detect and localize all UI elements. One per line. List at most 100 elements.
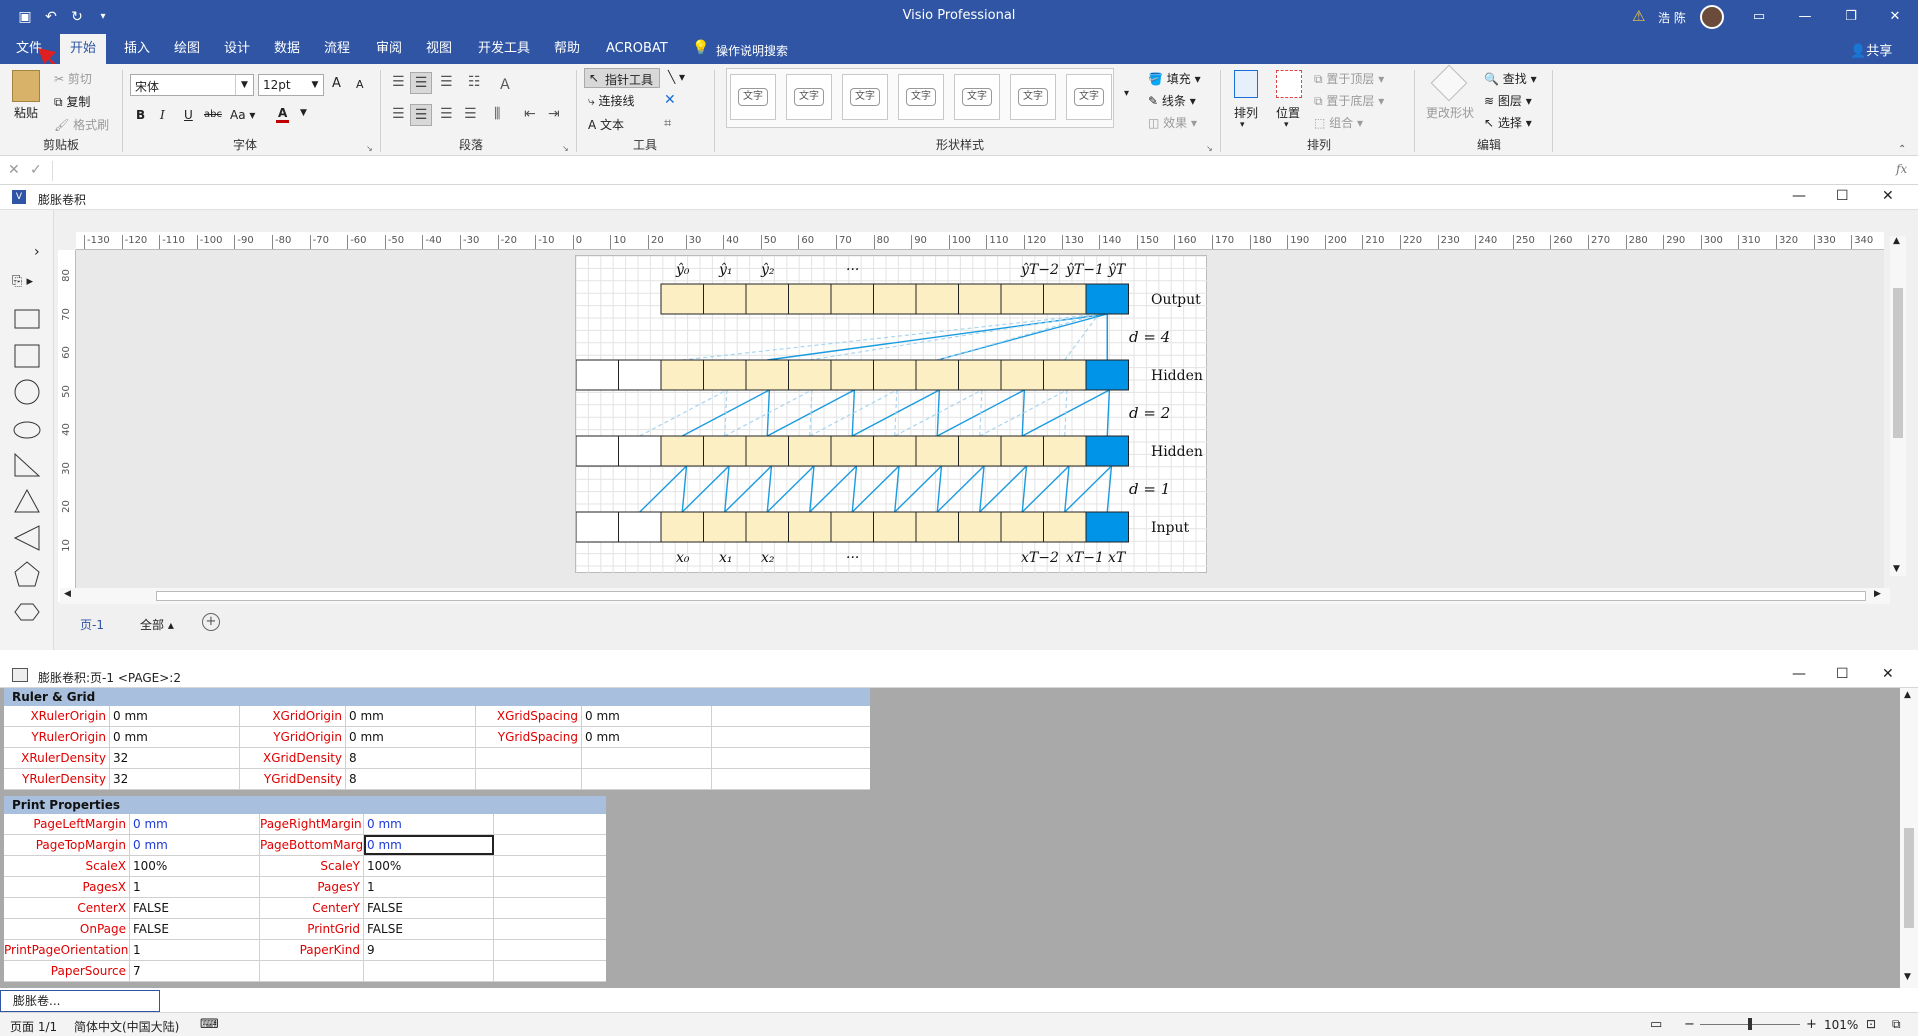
fill-button[interactable]: 🪣 填充 ▾ <box>1148 70 1201 87</box>
line-tool-icon[interactable]: ╲ ▾ <box>668 70 685 84</box>
cell-value[interactable]: FALSE <box>130 919 260 939</box>
vertical-ruler[interactable]: 80 70 60 50 40 30 20 10 <box>58 250 76 602</box>
arrange-icon[interactable] <box>1234 70 1258 98</box>
scroll-thumb[interactable] <box>1904 828 1914 928</box>
scroll-right-icon[interactable]: ▶ <box>1874 589 1881 599</box>
tab-insert[interactable]: 插入 <box>114 34 160 64</box>
cell-value[interactable] <box>582 748 712 768</box>
ribbon-display-icon[interactable]: ▭ <box>1736 0 1782 34</box>
cell-name[interactable]: PagesY <box>260 877 364 897</box>
ss-minimize-button[interactable]: — <box>1792 666 1806 682</box>
bring-to-front-button[interactable]: ⧉ 置于顶层 ▾ <box>1314 70 1384 87</box>
scroll-down-icon[interactable]: ▼ <box>1904 972 1911 982</box>
ss-close-button[interactable]: ✕ <box>1882 666 1894 682</box>
cell-name[interactable]: YRulerOrigin <box>4 727 110 747</box>
change-shape-icon[interactable] <box>1430 64 1468 102</box>
close-button[interactable]: ✕ <box>1872 0 1918 34</box>
dialog-launcher-icon[interactable]: ↘ <box>1206 144 1213 153</box>
change-case-button[interactable]: Aa ▾ <box>230 108 255 122</box>
justify-icon[interactable]: ☰ <box>464 106 477 122</box>
cell-name[interactable]: XRulerDensity <box>4 748 110 768</box>
cell-value[interactable]: FALSE <box>130 898 260 918</box>
ss-maximize-button[interactable]: ☐ <box>1836 666 1849 682</box>
share-button[interactable]: 👤共享 <box>1850 40 1892 59</box>
dialog-launcher-icon[interactable]: ↘ <box>562 144 569 153</box>
macro-record-icon[interactable]: ⌨ <box>200 1017 219 1032</box>
text-direction-icon[interactable]: Ａ <box>498 74 512 94</box>
shape-style-4[interactable]: 文字 <box>898 74 944 120</box>
minimize-button[interactable]: — <box>1782 0 1828 34</box>
cell-value[interactable]: 8 <box>346 769 476 789</box>
cell-name[interactable]: ScaleX <box>4 856 130 876</box>
font-size-combo[interactable]: 12pt ▼ <box>258 74 324 96</box>
cell-value[interactable]: 0 mm <box>130 814 260 834</box>
language-indicator[interactable]: 简体中文(中国大陆) <box>74 1018 179 1035</box>
restore-button[interactable]: ❐ <box>1828 0 1874 34</box>
shape-style-7[interactable]: 文字 <box>1066 74 1112 120</box>
enter-icon[interactable]: ✓ <box>30 162 42 178</box>
scroll-thumb[interactable] <box>1893 288 1903 438</box>
cell-value[interactable]: 1 <box>364 877 494 897</box>
dialog-launcher-icon[interactable]: ↘ <box>366 144 373 153</box>
bold-button[interactable]: B <box>136 108 145 122</box>
shape-style-2[interactable]: 文字 <box>786 74 832 120</box>
tab-developer[interactable]: 开发工具 <box>468 34 540 64</box>
cell-value[interactable]: 8 <box>346 748 476 768</box>
cell-name[interactable] <box>476 769 582 789</box>
cell-name[interactable]: OnPage <box>4 919 130 939</box>
tab-help[interactable]: 帮助 <box>544 34 590 64</box>
cell-value[interactable] <box>582 769 712 789</box>
chevron-down-icon[interactable]: ▼ <box>307 75 323 95</box>
align-right-icon[interactable]: ☰ <box>440 106 453 122</box>
arrange-button[interactable]: 排列 <box>1234 104 1258 121</box>
tab-acrobat[interactable]: ACROBAT <box>596 34 678 64</box>
cell-value[interactable]: 100% <box>364 856 494 876</box>
collapse-ribbon-icon[interactable]: ⌃ <box>1898 144 1906 155</box>
cell-name[interactable]: XGridSpacing <box>476 706 582 726</box>
cell-value[interactable]: 0 mm <box>346 727 476 747</box>
select-button[interactable]: ↖ 选择 ▾ <box>1484 114 1532 131</box>
zoom-level[interactable]: 101% <box>1824 1018 1858 1032</box>
layers-button[interactable]: ≋ 图层 ▾ <box>1484 92 1532 109</box>
cell-value[interactable]: 0 mm <box>110 706 240 726</box>
cell-name[interactable]: PaperKind <box>260 940 364 960</box>
expand-shapes-icon[interactable]: › <box>34 244 40 260</box>
doc-minimize-button[interactable]: — <box>1792 188 1806 204</box>
line-button[interactable]: ✎ 线条 ▾ <box>1148 92 1196 109</box>
shape-style-1[interactable]: 文字 <box>730 74 776 120</box>
doc-close-button[interactable]: ✕ <box>1882 188 1894 204</box>
tab-review[interactable]: 审阅 <box>366 34 412 64</box>
increase-indent-icon[interactable]: ⇥ <box>548 106 560 122</box>
text-tool-button[interactable]: A 文本 <box>588 116 624 133</box>
scroll-up-icon[interactable]: ▲ <box>1904 690 1911 700</box>
tab-process[interactable]: 流程 <box>314 34 360 64</box>
tell-me-search[interactable]: 操作说明搜索 <box>716 42 788 59</box>
align-bottom-icon[interactable]: ☰ <box>440 74 453 90</box>
underline-button[interactable]: U <box>184 108 193 122</box>
scroll-up-icon[interactable]: ▲ <box>1893 236 1900 246</box>
pointer-tool-button[interactable]: ↖ 指针工具 <box>584 68 660 88</box>
chevron-down-icon[interactable]: ▼ <box>300 108 307 118</box>
cell-name[interactable]: XRulerOrigin <box>4 706 110 726</box>
font-color-button[interactable]: A <box>276 106 290 123</box>
fx-icon[interactable]: fx <box>1896 162 1907 176</box>
position-button[interactable]: 位置 <box>1276 104 1300 121</box>
cancel-icon[interactable]: ✕ <box>8 162 20 178</box>
scroll-down-icon[interactable]: ▼ <box>1893 564 1900 574</box>
fit-page-icon[interactable]: ⊡ <box>1866 1017 1876 1031</box>
cell-value[interactable]: 1 <box>130 877 260 897</box>
cell-name[interactable]: PageLeftMargin <box>4 814 130 834</box>
shape-style-6[interactable]: 文字 <box>1010 74 1056 120</box>
cell-name[interactable]: PagesX <box>4 877 130 897</box>
cell-name[interactable]: YGridDensity <box>240 769 346 789</box>
italic-button[interactable]: I <box>160 108 165 122</box>
presentation-mode-icon[interactable]: ▭ <box>1650 1017 1662 1032</box>
align-center-icon[interactable]: ☰ <box>410 104 432 126</box>
cell-name[interactable]: ScaleY <box>260 856 364 876</box>
close-x-icon[interactable]: ✕ <box>664 92 676 108</box>
cut-button[interactable]: ✂ 剪切 <box>54 70 92 87</box>
all-pages-button[interactable]: 全部 ▴ <box>140 616 174 633</box>
cell-value[interactable]: 0 mm <box>364 814 494 834</box>
cell-name[interactable]: CenterY <box>260 898 364 918</box>
cell-value[interactable]: 1 <box>130 940 260 960</box>
